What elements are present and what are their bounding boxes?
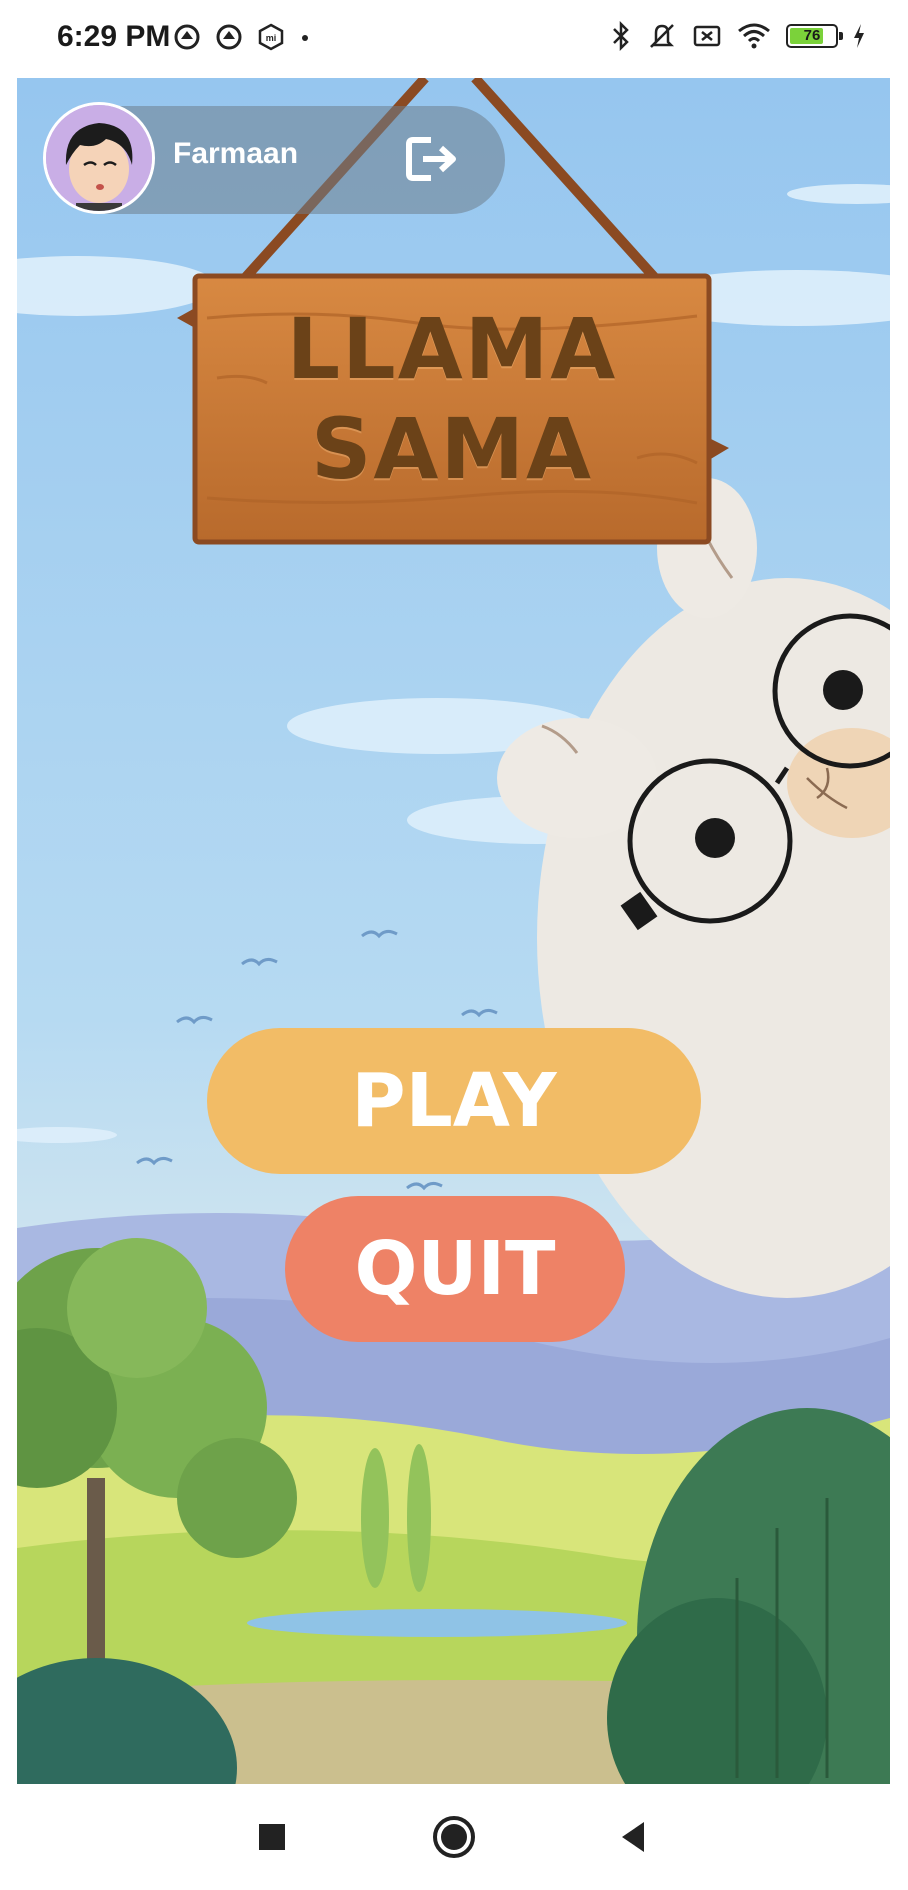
system-navigation-bar <box>0 1784 908 1890</box>
home-nav-icon[interactable] <box>429 1812 479 1862</box>
game-title-line2: SAMA <box>310 400 594 498</box>
back-nav-icon[interactable] <box>608 1812 658 1862</box>
app-notification-icon <box>216 24 242 50</box>
sim-off-icon <box>693 25 721 47</box>
username-label: Farmaan <box>173 137 299 170</box>
game-title-line1: LLAMA <box>286 300 618 398</box>
bluetooth-icon <box>613 20 629 52</box>
logout-icon <box>406 137 456 181</box>
more-dot-icon <box>302 35 308 41</box>
quit-button[interactable]: QUIT <box>285 1196 625 1342</box>
charging-icon <box>854 24 864 48</box>
vibrate-off-icon <box>649 24 675 48</box>
logout-button[interactable] <box>405 136 459 182</box>
mi-app-icon: mi <box>258 23 284 51</box>
play-button[interactable]: PLAY <box>207 1028 701 1174</box>
status-system-icons: 76 <box>610 20 866 52</box>
battery-nub <box>839 32 843 40</box>
status-notification-icons: mi <box>172 22 312 52</box>
app-notification-icon <box>174 24 200 50</box>
status-bar: 6:29 PM mi 76 <box>0 0 908 78</box>
avatar-face-icon <box>46 105 152 211</box>
battery-level-text: 76 <box>803 27 821 44</box>
stop-nav-icon[interactable] <box>247 1812 297 1862</box>
status-time: 6:29 PM <box>57 20 171 53</box>
battery-icon: 76 <box>786 24 843 48</box>
wifi-icon <box>738 23 770 49</box>
svg-text:mi: mi <box>266 33 277 43</box>
game-menu-scene: Farmaan LLAMA SAMA PLAY QUIT <box>17 78 890 1784</box>
avatar[interactable] <box>43 102 155 214</box>
